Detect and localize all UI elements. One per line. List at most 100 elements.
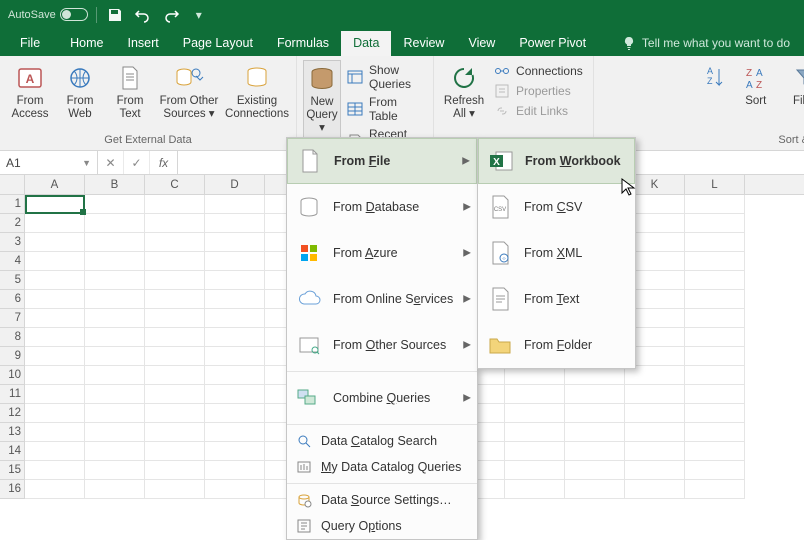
cell[interactable] [85, 309, 145, 328]
cell[interactable] [25, 347, 85, 366]
fx-icon[interactable]: fx [150, 151, 178, 174]
cell[interactable] [565, 442, 625, 461]
cell[interactable] [145, 252, 205, 271]
cell[interactable] [25, 328, 85, 347]
qat-customize-icon[interactable]: ▾ [189, 5, 209, 25]
from-web-button[interactable]: From Web [56, 60, 104, 134]
tab-powerpivot[interactable]: Power Pivot [507, 31, 598, 56]
menu-from-folder[interactable]: From Folder [478, 322, 635, 368]
from-table-button[interactable]: From Table [343, 94, 427, 124]
cell[interactable] [685, 309, 745, 328]
row-header[interactable]: 11 [0, 385, 25, 404]
name-box[interactable]: A1▼ [0, 151, 98, 174]
menu-combine-queries[interactable]: Combine Queries▶ [287, 375, 477, 421]
cell[interactable] [25, 442, 85, 461]
row-header[interactable]: 14 [0, 442, 25, 461]
cell[interactable] [85, 328, 145, 347]
save-icon[interactable] [105, 5, 125, 25]
cell[interactable] [25, 423, 85, 442]
cell[interactable] [685, 328, 745, 347]
cell[interactable] [625, 442, 685, 461]
cell[interactable] [505, 480, 565, 499]
cell[interactable] [145, 290, 205, 309]
menu-from-workbook[interactable]: XFrom Workbook [478, 138, 635, 184]
row-header[interactable]: 3 [0, 233, 25, 252]
cell[interactable] [85, 442, 145, 461]
cell[interactable] [625, 385, 685, 404]
row-header[interactable]: 1 [0, 195, 25, 214]
cell[interactable] [565, 480, 625, 499]
col-header[interactable]: A [25, 175, 85, 194]
tell-me-search[interactable]: Tell me what you want to do [610, 31, 798, 56]
from-access-button[interactable]: AFrom Access [6, 60, 54, 134]
cell[interactable] [685, 195, 745, 214]
cell[interactable] [205, 271, 265, 290]
tab-pagelayout[interactable]: Page Layout [171, 31, 265, 56]
cell[interactable] [205, 214, 265, 233]
col-header[interactable]: L [685, 175, 745, 194]
cell[interactable] [505, 461, 565, 480]
tab-home[interactable]: Home [58, 31, 115, 56]
cell[interactable] [145, 442, 205, 461]
tab-data[interactable]: Data [341, 31, 391, 56]
cell[interactable] [625, 461, 685, 480]
row-header[interactable]: 6 [0, 290, 25, 309]
cell[interactable] [25, 214, 85, 233]
cell[interactable] [685, 442, 745, 461]
menu-from-csv[interactable]: CSVFrom CSV [478, 184, 635, 230]
refresh-all-button[interactable]: RefreshAll ▾ [440, 60, 488, 134]
menu-from-azure[interactable]: From Azure▶ [287, 230, 477, 276]
show-queries-button[interactable]: Show Queries [343, 62, 427, 92]
cell[interactable] [685, 233, 745, 252]
cell[interactable] [205, 366, 265, 385]
cell[interactable] [685, 366, 745, 385]
redo-icon[interactable] [161, 5, 181, 25]
cell[interactable] [25, 195, 85, 214]
cell[interactable] [25, 385, 85, 404]
row-header[interactable]: 12 [0, 404, 25, 423]
cell[interactable] [145, 347, 205, 366]
menu-from-text[interactable]: From Text [478, 276, 635, 322]
cell[interactable] [565, 385, 625, 404]
cell[interactable] [685, 404, 745, 423]
connections-button[interactable]: Connections [490, 62, 587, 80]
cell[interactable] [85, 404, 145, 423]
cell[interactable] [25, 480, 85, 499]
menu-from-database[interactable]: From Database▶ [287, 184, 477, 230]
cell[interactable] [205, 252, 265, 271]
cell[interactable] [205, 195, 265, 214]
cell[interactable] [685, 347, 745, 366]
cell[interactable] [625, 480, 685, 499]
cell[interactable] [205, 442, 265, 461]
autosave-toggle[interactable]: AutoSave [8, 8, 88, 21]
menu-query-options[interactable]: Query Options [287, 513, 477, 539]
menu-from-other[interactable]: From Other Sources▶ [287, 322, 477, 368]
cell[interactable] [505, 385, 565, 404]
menu-catalog-search[interactable]: Data Catalog Search [287, 428, 477, 454]
cell[interactable] [685, 290, 745, 309]
cell[interactable] [145, 404, 205, 423]
cell[interactable] [85, 366, 145, 385]
cell[interactable] [205, 233, 265, 252]
cell[interactable] [625, 404, 685, 423]
cell[interactable] [205, 480, 265, 499]
row-header[interactable]: 16 [0, 480, 25, 499]
existing-connections-button[interactable]: ExistingConnections [224, 60, 290, 134]
cell[interactable] [145, 195, 205, 214]
sort-az-button[interactable]: AZ [700, 60, 730, 134]
cell[interactable] [85, 423, 145, 442]
tab-insert[interactable]: Insert [116, 31, 171, 56]
cell[interactable] [145, 423, 205, 442]
cell[interactable] [85, 480, 145, 499]
cell[interactable] [145, 366, 205, 385]
from-text-button[interactable]: From Text [106, 60, 154, 134]
cell[interactable] [145, 461, 205, 480]
menu-from-online[interactable]: From Online Services▶ [287, 276, 477, 322]
cell[interactable] [85, 271, 145, 290]
menu-from-file[interactable]: From File▶ [287, 138, 477, 184]
cell[interactable] [25, 290, 85, 309]
cell[interactable] [85, 347, 145, 366]
cell[interactable] [145, 271, 205, 290]
cell[interactable] [85, 385, 145, 404]
cell[interactable] [685, 385, 745, 404]
